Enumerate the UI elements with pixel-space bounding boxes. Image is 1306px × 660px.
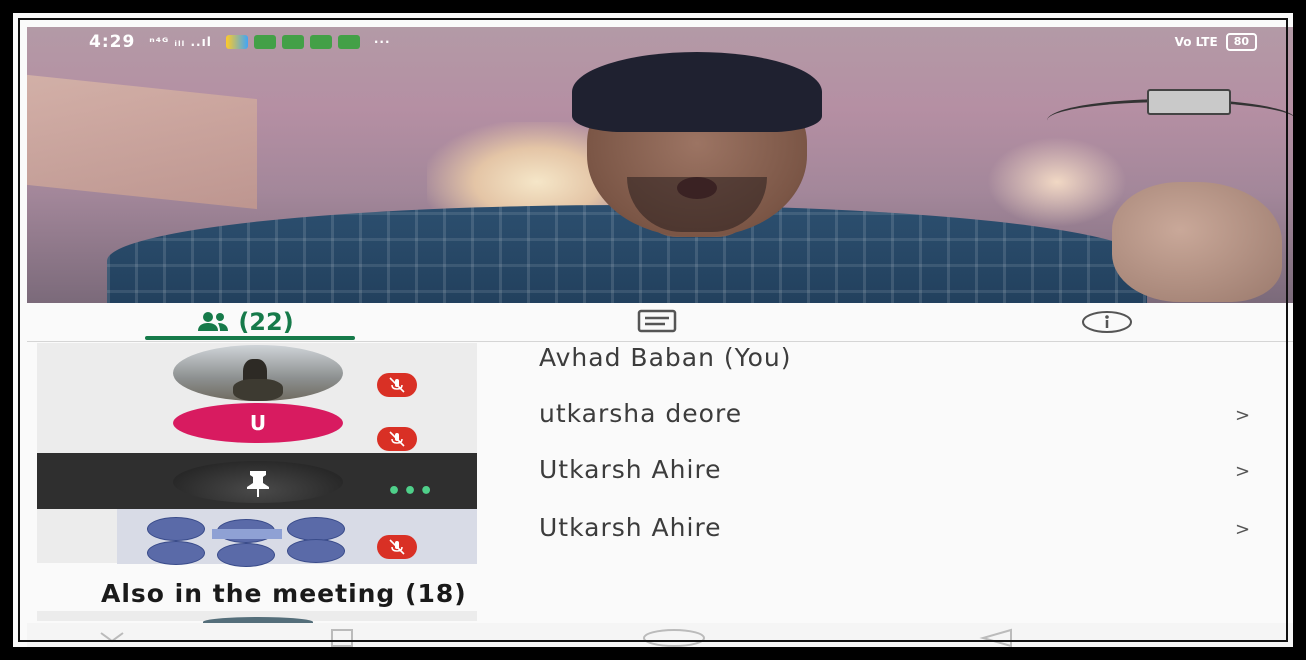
pin-icon	[247, 471, 269, 497]
avatar	[173, 461, 343, 503]
whatsapp-icon	[253, 35, 276, 49]
more-options-icon[interactable]: •••	[387, 479, 435, 504]
tab-info[interactable]	[1077, 303, 1137, 341]
avatar-initial: U	[173, 403, 343, 443]
participant-tiles: U •••	[37, 343, 477, 567]
participant-tile[interactable]	[37, 343, 477, 401]
tab-chat[interactable]	[627, 303, 687, 341]
avatar	[173, 345, 343, 401]
status-time: 4:29	[89, 32, 136, 52]
chevron-right-icon[interactable]: >	[1235, 519, 1250, 540]
back-icon[interactable]	[977, 627, 1017, 649]
mic-off-icon	[377, 427, 417, 451]
active-tab-indicator	[145, 336, 355, 340]
participant-name[interactable]: Utkarsh Ahire	[539, 455, 722, 484]
people-count: (22)	[238, 308, 294, 336]
phone-screen: 4:29 ⁿ⁴ᴳ ᵢₗₗ ..ıl ··· Vo LTE 80 (22) U •…	[10, 10, 1296, 650]
whatsapp-icon	[281, 35, 304, 49]
notification-icons	[225, 35, 360, 49]
main-video-feed[interactable]	[27, 27, 1293, 303]
participant-name[interactable]: utkarsha deore	[539, 399, 742, 428]
also-in-meeting-header: Also in the meeting (18)	[101, 579, 467, 608]
chevron-right-icon[interactable]: >	[1235, 461, 1250, 482]
tab-bar: (22)	[27, 303, 1293, 342]
status-bar: 4:29 ⁿ⁴ᴳ ᵢₗₗ ..ıl ··· Vo LTE 80	[27, 27, 1293, 57]
battery-icon: 80	[1225, 33, 1257, 51]
mic-off-icon	[377, 535, 417, 559]
people-icon	[198, 312, 229, 331]
participant-tile[interactable]: U	[37, 399, 477, 453]
notification-icon	[225, 35, 248, 49]
chat-icon	[637, 309, 677, 333]
screen-share-tile[interactable]	[37, 509, 477, 567]
speaker-hair	[572, 52, 822, 132]
chevron-down-icon[interactable]	[97, 627, 127, 647]
mic-off-icon	[377, 373, 417, 397]
status-right: Vo LTE 80	[1175, 33, 1257, 51]
volte-indicator: Vo LTE	[1174, 35, 1218, 49]
shared-screen-thumbnail	[117, 509, 477, 567]
signal-indicator: ⁿ⁴ᴳ ᵢₗₗ ..ıl	[149, 35, 212, 49]
chevron-right-icon[interactable]: >	[1235, 405, 1250, 426]
message-icon	[309, 35, 332, 49]
recents-icon[interactable]	[327, 627, 357, 649]
speaker-hand	[1112, 182, 1282, 302]
wall-device	[1147, 89, 1231, 115]
speaker-mouth	[677, 177, 717, 199]
participant-name[interactable]: Utkarsh Ahire	[539, 513, 722, 542]
info-icon	[1082, 311, 1132, 333]
more-notifications: ···	[373, 35, 391, 49]
light-glow-right	[987, 137, 1127, 227]
wall-shelf	[27, 74, 257, 210]
navigation-bar	[27, 623, 1293, 649]
participant-name-self: Avhad Baban (You)	[539, 343, 792, 372]
home-icon[interactable]	[639, 627, 709, 649]
pinned-participant-tile[interactable]: •••	[37, 453, 477, 509]
notification-icon	[337, 35, 360, 49]
